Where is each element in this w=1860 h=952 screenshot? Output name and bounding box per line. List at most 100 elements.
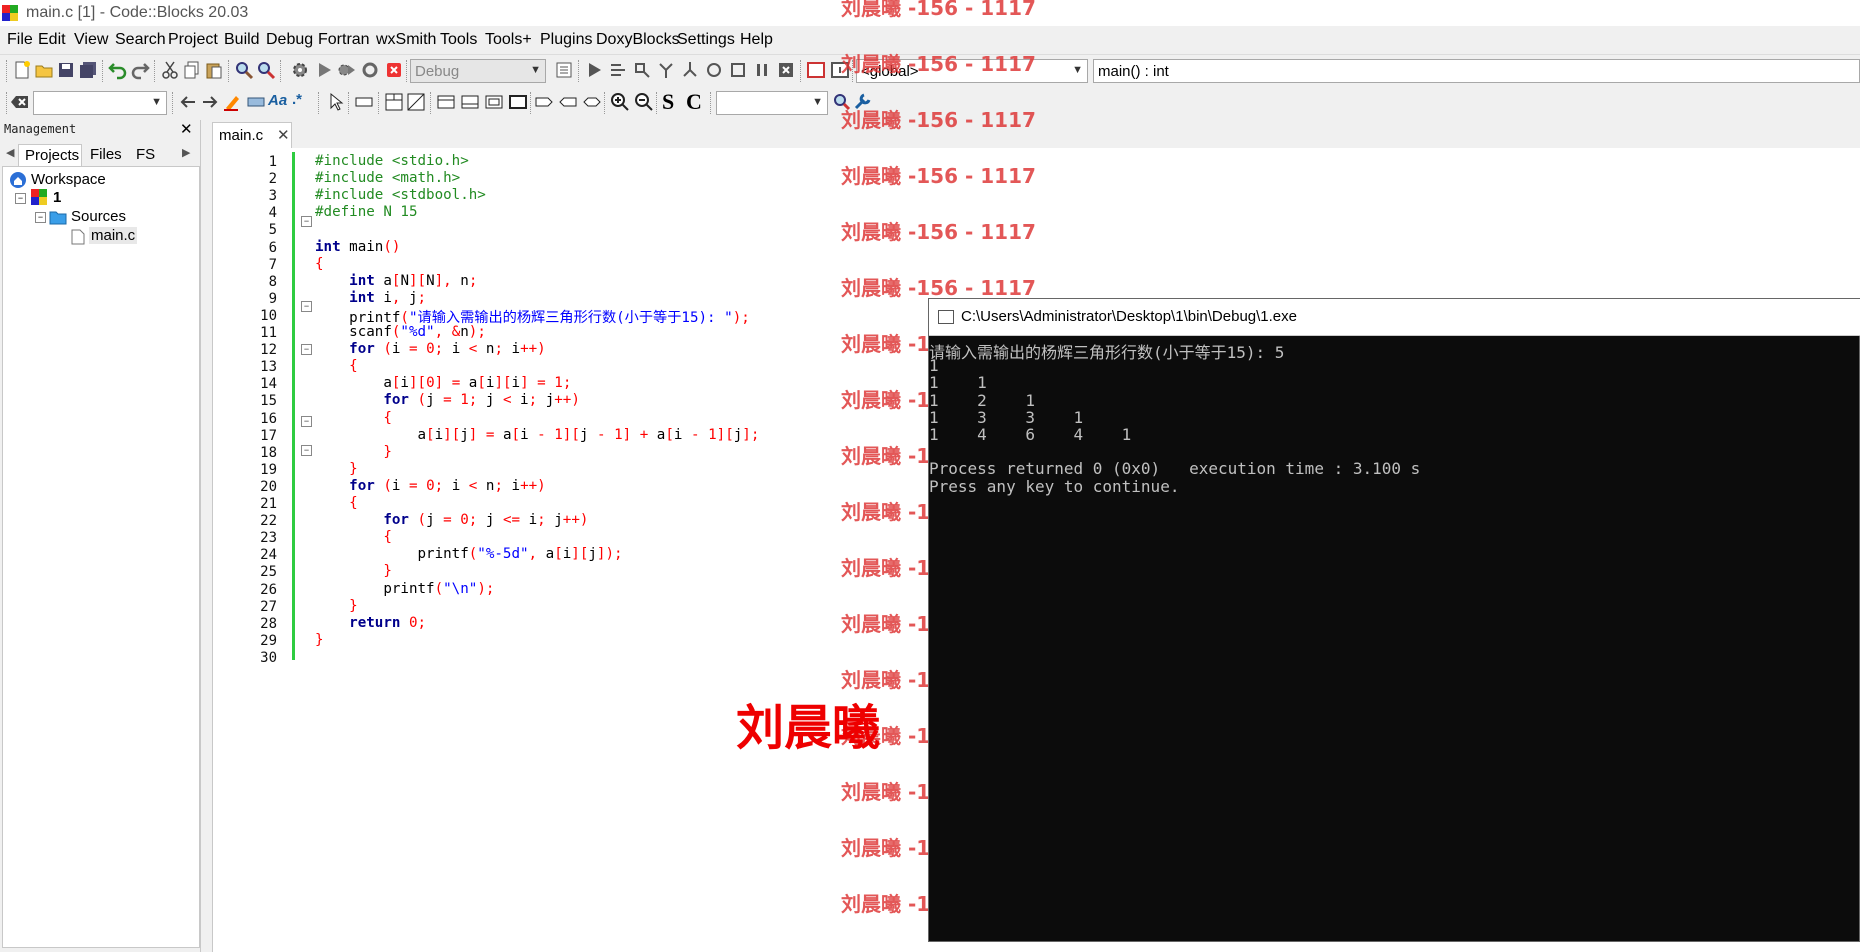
fold-toggle-icon[interactable]: − <box>301 216 312 227</box>
zoom-in-icon[interactable] <box>610 92 630 112</box>
various-info-icon[interactable] <box>830 60 850 80</box>
toolbar-grip[interactable] <box>172 92 175 114</box>
do-while-loop-icon[interactable] <box>460 92 480 112</box>
while-loop-icon[interactable] <box>436 92 456 112</box>
redo-icon[interactable] <box>130 60 150 80</box>
collapse-icon[interactable]: − <box>15 193 26 204</box>
new-file-icon[interactable] <box>12 60 32 80</box>
debugging-windows-icon[interactable] <box>806 60 826 80</box>
code-line[interactable]: for (i = 0; i < n; i++) <box>315 341 546 357</box>
for-loop-icon[interactable] <box>484 92 504 112</box>
menu-file[interactable]: File <box>7 31 33 49</box>
wrench-icon[interactable] <box>852 92 872 112</box>
menu-build[interactable]: Build <box>224 31 260 49</box>
arrow-right-icon[interactable] <box>200 92 220 112</box>
if-block-icon[interactable] <box>384 92 404 112</box>
next-line-icon[interactable] <box>632 60 652 80</box>
abort-icon[interactable] <box>384 60 404 80</box>
menu-settings[interactable]: Settings <box>677 31 735 49</box>
toolbar-grip[interactable] <box>102 60 105 82</box>
repeat-loop-icon[interactable] <box>508 92 528 112</box>
find-icon[interactable] <box>234 60 254 80</box>
fold-toggle-icon[interactable]: − <box>301 445 312 456</box>
scope-select[interactable]: <global> ▼ <box>856 59 1088 83</box>
menu-plugins[interactable]: Plugins <box>540 31 592 49</box>
comment-button[interactable]: C <box>686 89 702 115</box>
toolbar-grip[interactable] <box>852 60 855 82</box>
code-line[interactable]: { <box>315 358 358 374</box>
toolbar-grip[interactable] <box>154 60 157 82</box>
code-line[interactable]: #include <math.h> <box>315 170 460 186</box>
fold-toggle-icon[interactable]: − <box>301 344 312 355</box>
undo-icon[interactable] <box>108 60 128 80</box>
code-line[interactable]: } <box>315 444 392 460</box>
build-and-run-icon[interactable] <box>336 60 356 80</box>
code-line[interactable]: a[i][0] = a[i][i] = 1; <box>315 375 571 391</box>
arrow-left-icon[interactable] <box>178 92 198 112</box>
code-line[interactable]: { <box>315 529 392 545</box>
code-line[interactable]: } <box>315 632 324 648</box>
code-line[interactable]: for (j = 1; j < i; j++) <box>315 392 580 408</box>
code-line[interactable]: } <box>315 598 358 614</box>
tab-fs[interactable]: FS <box>130 144 156 166</box>
menu-wxsmith[interactable]: wxSmith <box>376 31 436 49</box>
search-input[interactable]: ▼ <box>33 91 167 115</box>
code-line[interactable]: #include <stdbool.h> <box>315 187 486 203</box>
code-line[interactable]: for (i = 0; i < n; i++) <box>315 478 546 494</box>
symbol-select[interactable]: ▼ <box>716 91 828 115</box>
code-line[interactable]: printf("\n"); <box>315 581 494 597</box>
code-line[interactable]: int main() <box>315 239 400 255</box>
code-line[interactable]: #define N 15 <box>315 204 418 220</box>
tab-files[interactable]: Files <box>84 144 130 166</box>
rebuild-icon[interactable] <box>360 60 380 80</box>
tab-main-c[interactable]: main.c ✕ <box>212 122 292 148</box>
paste-icon[interactable] <box>204 60 224 80</box>
code-line[interactable]: for (j = 0; j <= i; j++) <box>315 512 588 528</box>
code-line[interactable]: #include <stdio.h> <box>315 153 469 169</box>
break-debugger-icon[interactable] <box>752 60 772 80</box>
toolbar-grip[interactable] <box>228 60 231 82</box>
save-icon[interactable] <box>56 60 76 80</box>
console-window[interactable]: C:\Users\Administrator\Desktop\1\bin\Deb… <box>928 298 1860 942</box>
toolbar-grip[interactable] <box>348 92 351 114</box>
block-instruction-icon[interactable] <box>354 92 374 112</box>
zoom-out-icon[interactable] <box>634 92 654 112</box>
stop-debugger-icon[interactable] <box>776 60 796 80</box>
fold-toggle-icon[interactable]: − <box>301 416 312 427</box>
toolbar-grip[interactable] <box>656 92 659 114</box>
pointer-icon[interactable] <box>326 92 346 112</box>
match-case-button[interactable]: Aa <box>268 92 287 109</box>
selected-text-icon[interactable] <box>246 92 266 112</box>
step-out-icon[interactable] <box>680 60 700 80</box>
menu-tools-plus[interactable]: Tools+ <box>485 31 532 49</box>
toolbar-grip[interactable] <box>604 92 607 114</box>
collapse-icon[interactable]: − <box>35 212 46 223</box>
step-into-icon[interactable] <box>656 60 676 80</box>
toolbar-grip[interactable] <box>6 60 9 82</box>
close-icon[interactable]: ✕ <box>277 126 290 144</box>
code-line[interactable]: } <box>315 563 392 579</box>
menu-debug[interactable]: Debug <box>266 31 313 49</box>
toolbar-grip[interactable] <box>378 92 381 114</box>
fold-toggle-icon[interactable]: − <box>301 301 312 312</box>
save-all-icon[interactable] <box>78 60 98 80</box>
code-line[interactable]: int i, j; <box>315 290 426 306</box>
menu-fortran[interactable]: Fortran <box>318 31 370 49</box>
menu-doxyblocks[interactable]: DoxyBlocks <box>596 31 680 49</box>
menu-edit[interactable]: Edit <box>38 31 66 49</box>
menu-view[interactable]: View <box>74 31 108 49</box>
code-line[interactable]: { <box>315 410 392 426</box>
debug-continue-icon[interactable] <box>584 60 604 80</box>
open-folder-icon[interactable] <box>34 60 54 80</box>
next-instruction-icon[interactable] <box>704 60 724 80</box>
return-instruction-icon[interactable] <box>582 92 602 112</box>
switch-block-icon[interactable] <box>406 92 426 112</box>
function-select[interactable]: main() : int <box>1093 59 1860 83</box>
tree-project[interactable]: 1 <box>53 189 61 206</box>
toolbar-grip[interactable] <box>6 92 9 114</box>
menu-tools[interactable]: Tools <box>440 31 477 49</box>
tree-workspace[interactable]: Workspace <box>31 171 106 188</box>
break-instruction-icon[interactable] <box>534 92 554 112</box>
source-code-button[interactable]: S <box>662 89 674 115</box>
chevron-right-icon[interactable]: ▶ <box>182 146 190 159</box>
